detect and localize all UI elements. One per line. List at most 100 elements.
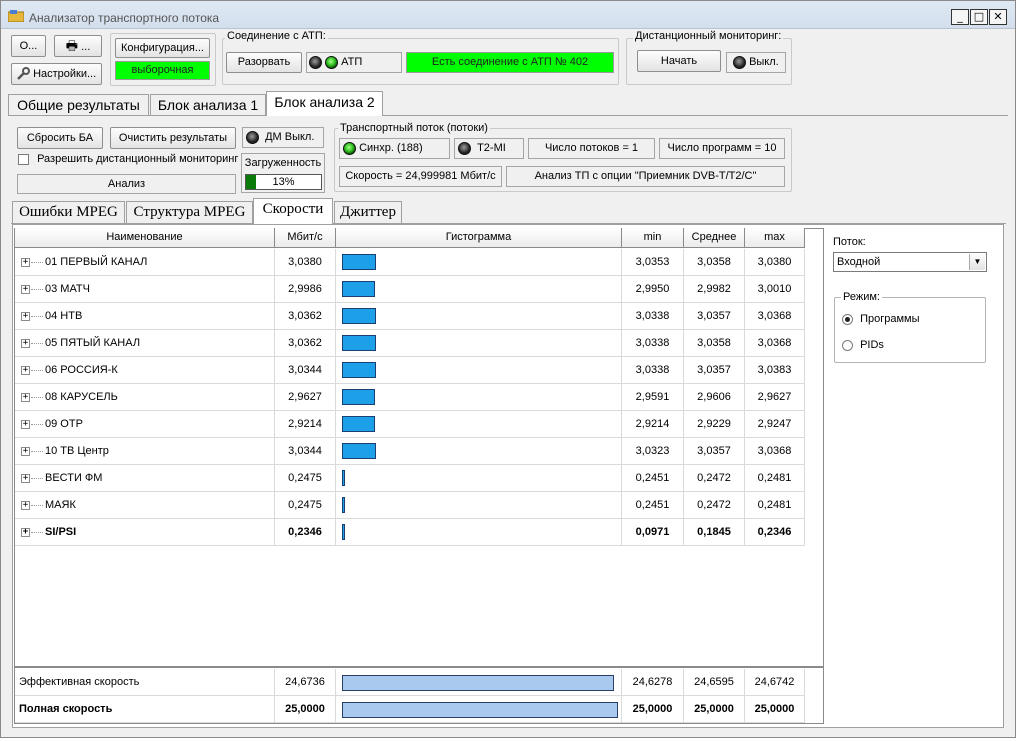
histogram-bar [342,335,376,351]
print-button[interactable]: 🖶 ... [54,35,102,57]
expand-icon[interactable]: + [21,501,30,510]
minimize-button[interactable]: _ [951,9,969,25]
row-name: 01 ПЕРВЫЙ КАНАЛ [45,256,148,268]
tab-jitter-label: Джиттер [340,204,396,220]
footer-max-cell: 25,0000 [745,696,805,723]
row-avg-cell: 3,0358 [684,249,745,276]
tab-general-results[interactable]: Общие результаты [8,94,149,115]
disconnect-button[interactable]: Разорвать [226,52,302,73]
tree-line [31,478,43,479]
row-name: 09 ОТР [45,418,83,430]
sync-label: Синхр. (188) [359,142,423,154]
tab-speeds[interactable]: Скорости [253,198,333,224]
table-row[interactable]: + ВЕСТИ ФМ 0,2475 0,2451 0,2472 0,2481 [15,465,805,492]
histogram-bar [342,470,345,486]
expand-icon[interactable]: + [21,420,30,429]
histogram-bar [342,254,376,270]
row-max-cell: 3,0368 [745,303,805,330]
tab-mpeg-structure-label: Структура MPEG [133,204,246,220]
row-name: 06 РОССИЯ-К [45,364,118,376]
stream-select[interactable]: Входной ▼ [833,252,987,272]
row-rate-cell: 2,9627 [275,384,336,411]
header-min[interactable]: min [622,228,684,248]
histogram-bar [342,524,345,540]
histogram-cell [336,303,622,330]
histogram-bar [342,497,345,513]
row-rate-cell: 3,0362 [275,303,336,330]
allow-remote-checkbox[interactable]: Разрешить дистанционный мониторинг [18,153,238,165]
tab-mpeg-structure[interactable]: Структура MPEG [126,201,253,223]
header-max[interactable]: max [745,228,805,248]
remote-off-label: Выкл. [749,56,779,68]
mode-programs-radio[interactable]: Программы [842,313,919,325]
header-histogram[interactable]: Гистограмма [336,228,622,248]
expand-icon[interactable]: + [21,474,30,483]
table-row[interactable]: +03 МАТЧ 2,9986 2,9950 2,9982 3,0010 [15,276,805,303]
radio-icon[interactable] [842,339,853,351]
row-rate-cell: 2,9214 [275,411,336,438]
mode-pids-radio[interactable]: PIDs [842,339,884,351]
expand-icon[interactable]: + [21,285,30,294]
row-rate-cell: 3,0344 [275,438,336,465]
expand-icon[interactable]: + [21,528,30,537]
tab-jitter[interactable]: Джиттер [334,201,402,223]
row-min-cell: 3,0338 [622,330,684,357]
expand-icon[interactable]: + [21,312,30,321]
histogram-cell [336,411,622,438]
checkbox-icon[interactable] [18,153,29,165]
expand-icon[interactable]: + [21,393,30,402]
row-max-cell: 0,2481 [745,492,805,519]
table-row[interactable]: + SI/PSI 0,2346 0,0971 0,1845 0,2346 [15,519,805,546]
close-button[interactable]: ✕ [989,9,1007,25]
expand-icon[interactable]: + [21,339,30,348]
table-row[interactable]: +10 ТВ Центр 3,0344 3,0323 3,0357 3,0368 [15,438,805,465]
config-button[interactable]: Конфигурация... [115,38,210,58]
tab-analysis-block-1[interactable]: Блок анализа 1 [150,94,266,115]
reset-block-button[interactable]: Сбросить БА [17,127,103,149]
tab-mpeg-errors[interactable]: Ошибки MPEG [12,201,125,223]
row-max-cell: 3,0383 [745,357,805,384]
row-min-cell: 3,0353 [622,249,684,276]
table-row[interactable]: +01 ПЕРВЫЙ КАНАЛ 3,0380 3,0353 3,0358 3,0380 [15,249,805,276]
tree-line [31,370,43,371]
row-name: SI/PSI [45,526,77,538]
table-row[interactable]: +06 РОССИЯ-К 3,0344 3,0338 3,0357 3,0383 [15,357,805,384]
table-row[interactable]: +09 ОТР 2,9214 2,9214 2,9229 2,9247 [15,411,805,438]
chevron-down-icon[interactable]: ▼ [969,254,985,270]
open-label: О... [19,40,38,52]
expand-icon[interactable]: + [21,366,30,375]
settings-button[interactable]: Настройки... [11,63,102,85]
expand-icon[interactable]: + [21,258,30,267]
row-avg-cell: 3,0357 [684,303,745,330]
clear-results-button[interactable]: Очистить результаты [110,127,236,149]
expand-icon[interactable]: + [21,447,30,456]
open-button[interactable]: О... [11,35,46,57]
tab-general-label: Общие результаты [17,97,140,113]
footer-row: Полная скорость 25,0000 25,0000 25,0000 25,0… [15,696,805,723]
header-avg[interactable]: Среднее [684,228,745,248]
print-label: ... [81,41,91,53]
row-min-cell: 3,0338 [622,357,684,384]
row-rate-cell: 2,9986 [275,276,336,303]
start-monitoring-button[interactable]: Начать [637,50,721,72]
footer-separator [15,666,823,668]
settings-label: Настройки... [33,68,97,80]
header-name[interactable]: Наименование [15,228,275,248]
table-row[interactable]: +05 ПЯТЫЙ КАНАЛ 3,0362 3,0338 3,0358 3,0368 [15,330,805,357]
mode-group [834,297,986,363]
table-row[interactable]: +08 КАРУСЕЛЬ 2,9627 2,9591 2,9606 2,9627 [15,384,805,411]
row-avg-cell: 3,0358 [684,330,745,357]
table-row[interactable]: +04 НТВ 3,0362 3,0338 3,0357 3,0368 [15,303,805,330]
header-rate[interactable]: Мбит/с [275,228,336,248]
tab-analysis-block-2[interactable]: Блок анализа 2 [266,91,383,116]
table-row[interactable]: + МАЯК 0,2475 0,2451 0,2472 0,2481 [15,492,805,519]
row-min-cell: 3,0323 [622,438,684,465]
row-name: 04 НТВ [45,310,83,322]
tree-line [31,451,43,452]
tree-line [31,343,43,344]
row-min-cell: 3,0338 [622,303,684,330]
maximize-button[interactable]: □ [970,9,988,25]
analysis-option: Анализ ТП с опции "Приемник DVB-T/T2/C" [506,166,785,187]
sync-indicator: Синхр. (188) [339,138,450,159]
radio-icon[interactable] [842,313,853,325]
